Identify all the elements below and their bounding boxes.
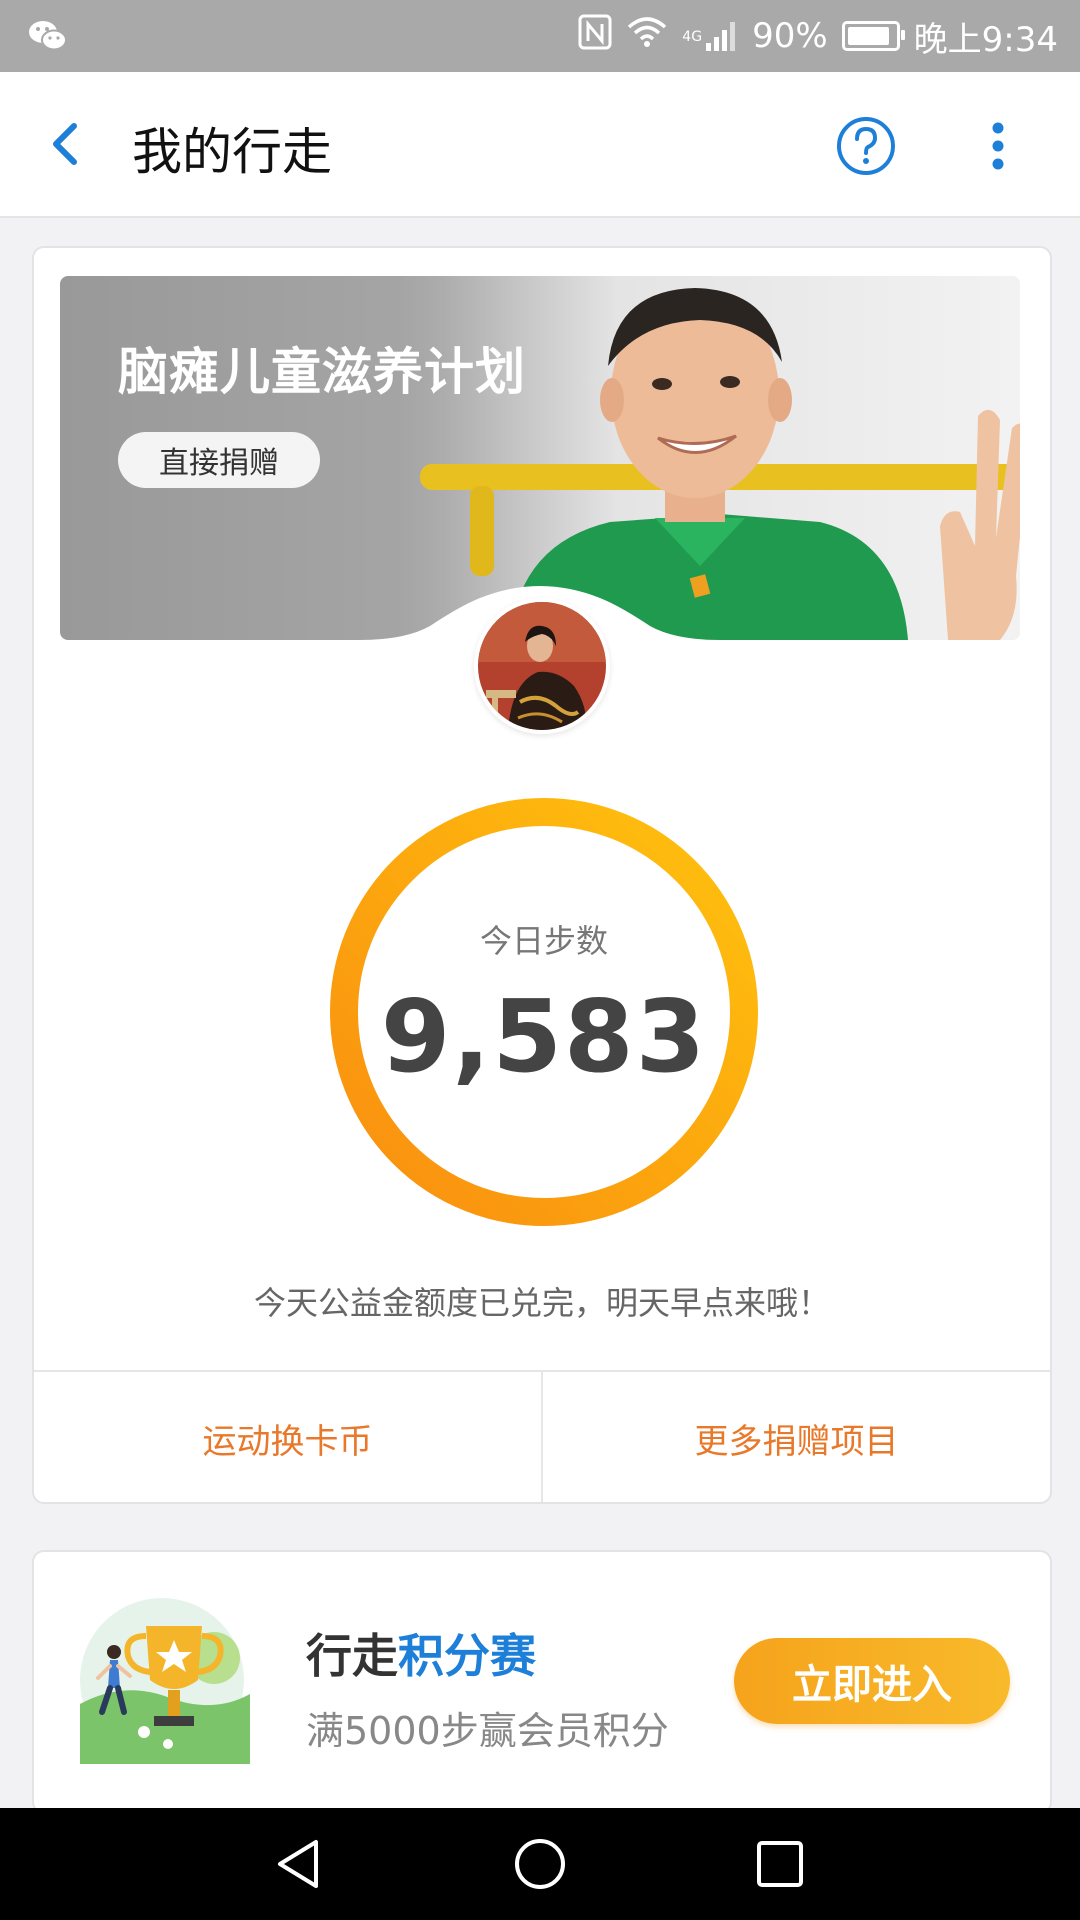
walking-contest-card: 行走积分赛 满5000步赢会员积分 立即进入 — [32, 1550, 1052, 1814]
steps-count: 9,583 — [380, 978, 708, 1095]
nav-recents-button[interactable] — [752, 1836, 808, 1892]
walk-card: 脑瘫儿童滋养计划 直接捐赠 今日步数 9,583 今天公益金额度已兑完，明天早点… — [32, 246, 1052, 1504]
trophy-runner-icon — [80, 1598, 250, 1764]
triangle-back-icon — [278, 1840, 318, 1888]
battery-percent: 90% — [752, 16, 828, 56]
wechat-icon — [28, 18, 68, 58]
contest-title: 行走积分赛 — [306, 1620, 536, 1686]
signal-icon: 4G — [682, 19, 738, 53]
circle-home-icon — [515, 1839, 565, 1889]
enter-now-button[interactable]: 立即进入 — [734, 1638, 1010, 1724]
steps-label: 今日步数 — [479, 922, 608, 960]
nav-back-button[interactable] — [272, 1836, 328, 1892]
contest-subtitle: 满5000步赢会员积分 — [306, 1709, 669, 1753]
donate-button[interactable]: 直接捐赠 — [118, 432, 320, 488]
contest-title-part1: 行走 — [306, 1629, 398, 1683]
system-nav-bar — [0, 1808, 1080, 1920]
card-actions: 运动换卡币 更多捐赠项目 — [34, 1370, 1050, 1502]
status-bar: 4G 90% 晚上9:34 — [0, 0, 1080, 72]
back-button[interactable] — [38, 112, 98, 176]
user-avatar[interactable] — [474, 598, 610, 734]
page-title: 我的行走 — [132, 123, 332, 181]
help-button[interactable] — [834, 114, 898, 178]
wifi-icon — [626, 15, 668, 58]
exchange-coins-button[interactable]: 运动换卡币 — [34, 1372, 541, 1502]
more-options-button[interactable] — [980, 114, 1016, 178]
more-vertical-icon — [992, 122, 1004, 170]
nav-home-button[interactable] — [512, 1836, 568, 1892]
avatar-image — [478, 602, 606, 730]
battery-icon — [841, 21, 905, 51]
network-type-label: 4G — [682, 29, 703, 45]
contest-title-part2: 积分赛 — [398, 1629, 536, 1683]
clock: 晚上9:34 — [913, 19, 1058, 60]
banner-title: 脑瘫儿童滋养计划 — [118, 343, 526, 401]
more-donation-projects-button[interactable]: 更多捐赠项目 — [541, 1372, 1050, 1502]
question-icon — [837, 117, 895, 175]
app-header: 我的行走 — [0, 72, 1080, 218]
charity-notice: 今天公益金额度已兑完，明天早点来哦！ — [253, 1284, 830, 1322]
nfc-icon — [578, 14, 612, 59]
chevron-left-icon — [53, 123, 77, 165]
square-recents-icon — [757, 1841, 803, 1887]
